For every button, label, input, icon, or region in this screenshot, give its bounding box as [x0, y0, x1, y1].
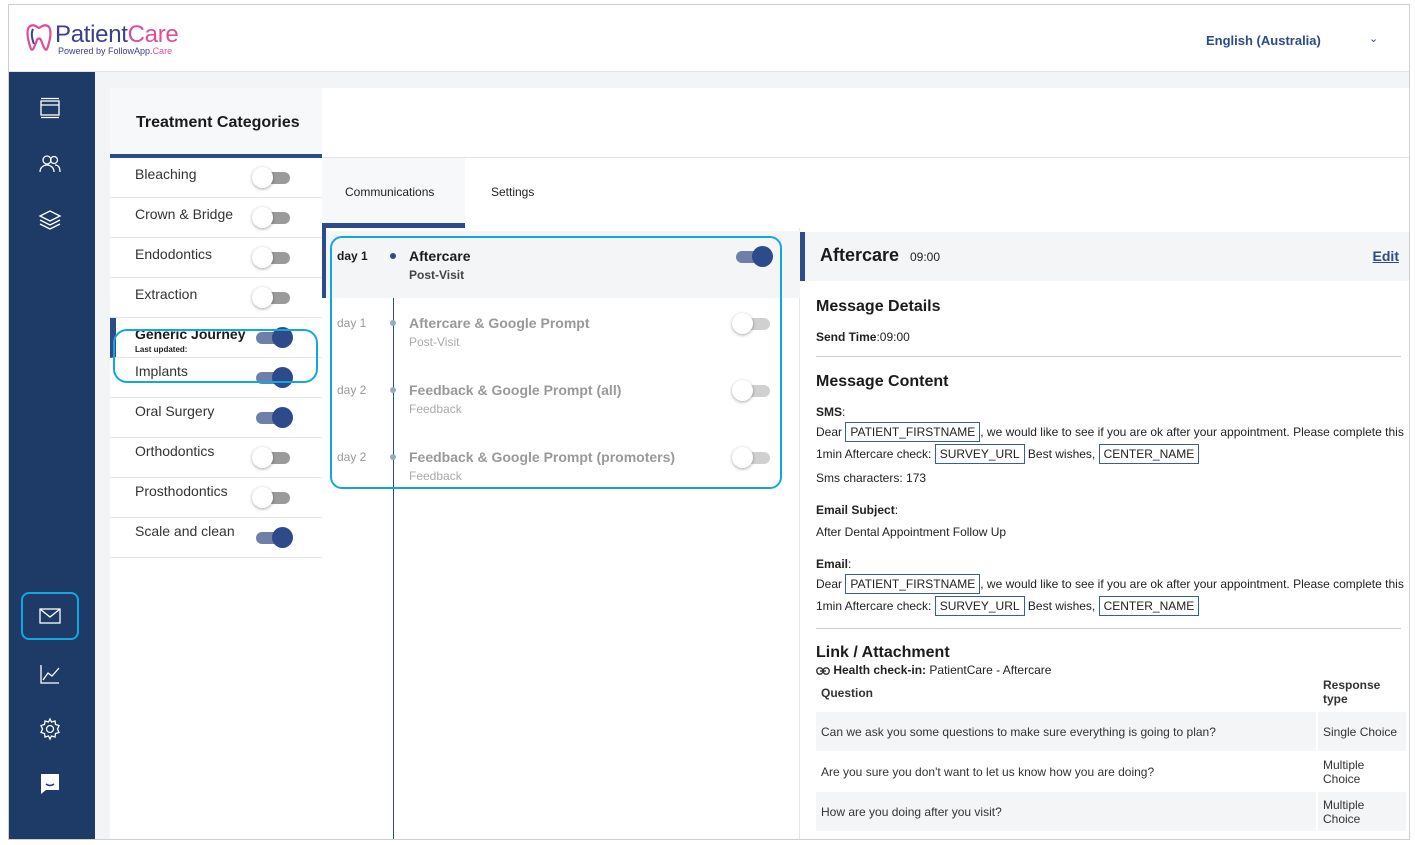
logo-wordmark: PatientCare — [55, 21, 179, 48]
placeholder-tag: PATIENT_FIRSTNAME — [845, 422, 981, 442]
question-text: Are you sure you don't want to let us kn… — [821, 765, 1155, 779]
chevron-down-icon[interactable]: ⌄ — [1369, 32, 1378, 45]
category-label: Extraction — [135, 286, 198, 302]
tab-communications[interactable]: Communications — [345, 185, 434, 199]
detail-header: Aftercare 09:00 Edit — [800, 232, 1409, 281]
category-toggle[interactable] — [252, 487, 290, 508]
response-type: Multiple Choice — [1323, 758, 1365, 786]
email-body-line-2: 1min Aftercare check: SURVEY_URL Best wi… — [816, 596, 1200, 616]
app-window: PatientCare Powered by FollowApp.Care En… — [8, 4, 1410, 840]
table-header: Question Response type — [816, 672, 1406, 712]
category-item-crown-bridge[interactable]: Crown & Bridge — [110, 198, 322, 238]
category-label: Prosthodontics — [135, 483, 228, 499]
category-label: Orthodontics — [135, 443, 215, 459]
question-text: How are you doing after you visit? — [821, 805, 1002, 819]
sms-body-line-1: Dear PATIENT_FIRSTNAME, we would like to… — [816, 422, 1404, 442]
message-details-heading: Message Details — [816, 298, 941, 315]
category-toggle[interactable] — [256, 527, 293, 548]
category-item-extraction[interactable]: Extraction — [110, 278, 322, 318]
category-toggle[interactable] — [252, 207, 290, 228]
category-toggle[interactable] — [252, 287, 290, 308]
question-text: Can we ask you some questions to make su… — [821, 725, 1216, 739]
main-panel: Communications Settings day 1 Aftercare … — [322, 88, 1409, 839]
email-subject-label: Email Subject: — [816, 503, 899, 517]
message-detail-panel: Aftercare 09:00 Edit Message Details Sen… — [800, 228, 1409, 839]
placeholder-tag: CENTER_NAME — [1098, 444, 1200, 464]
placeholder-tag: SURVEY_URL — [934, 596, 1025, 616]
mail-icon[interactable] — [36, 602, 64, 630]
category-toggle[interactable] — [256, 407, 293, 428]
patients-icon[interactable] — [36, 150, 64, 178]
email-body-line-1: Dear PATIENT_FIRSTNAME, we would like to… — [816, 574, 1404, 594]
message-content-heading: Message Content — [816, 373, 949, 390]
question-header: Question — [821, 686, 874, 700]
sms-characters: Sms characters: 173 — [816, 471, 927, 485]
table-row: How are you doing after you visit? Multi… — [816, 792, 1406, 832]
timeline-highlight-box — [330, 236, 782, 489]
tab-settings[interactable]: Settings — [491, 185, 534, 199]
top-bar: PatientCare Powered by FollowApp.Care En… — [9, 5, 1409, 72]
sms-body-line-2: 1min Aftercare check: SURVEY_URL Best wi… — [816, 444, 1200, 464]
tooth-logo-icon — [26, 24, 52, 51]
category-label: Oral Surgery — [135, 403, 215, 419]
questions-table: Question Response type Can we ask you so… — [816, 672, 1406, 832]
placeholder-tag: PATIENT_FIRSTNAME — [845, 574, 981, 594]
content-area: Treatment Categories Bleaching Crown & B… — [95, 72, 1409, 839]
dashboard-icon[interactable] — [36, 94, 64, 122]
chart-icon[interactable] — [36, 660, 64, 688]
category-item-prosthodontics[interactable]: Prosthodontics — [110, 478, 322, 518]
email-label: Email: — [816, 557, 852, 571]
layers-icon[interactable] — [36, 206, 64, 234]
logo[interactable]: PatientCare Powered by FollowApp.Care — [25, 21, 205, 61]
language-select[interactable]: English (Australia) — [1206, 33, 1321, 48]
response-type: Multiple Choice — [1323, 798, 1365, 826]
response-type-header: Response type — [1323, 678, 1381, 706]
categories-title: Treatment Categories — [136, 114, 300, 131]
placeholder-tag: CENTER_NAME — [1098, 596, 1200, 616]
link-attachment-heading: Link / Attachment — [816, 644, 950, 661]
placeholder-tag: SURVEY_URL — [934, 444, 1025, 464]
categories-header: Treatment Categories — [110, 88, 322, 158]
chat-icon[interactable] — [36, 770, 64, 798]
communication-timeline: day 1 Aftercare Post-Visit day 1 Afterca… — [322, 228, 800, 839]
divider — [816, 356, 1401, 357]
main-top-strip — [322, 88, 1409, 158]
send-time: Send Time:09:00 — [816, 330, 910, 344]
category-item-orthodontics[interactable]: Orthodontics — [110, 438, 322, 478]
divider — [816, 628, 1401, 629]
edit-link[interactable]: Edit — [1373, 248, 1399, 264]
category-item-endodontics[interactable]: Endodontics — [110, 238, 322, 278]
logo-subtitle: Powered by FollowApp.Care — [58, 46, 173, 56]
treatment-categories-panel: Treatment Categories Bleaching Crown & B… — [110, 88, 322, 839]
category-toggle[interactable] — [252, 447, 290, 468]
category-label: Endodontics — [135, 246, 213, 262]
category-item-scale-and-clean[interactable]: Scale and clean — [110, 518, 322, 558]
category-item-oral-surgery[interactable]: Oral Surgery — [110, 398, 322, 438]
sidebar — [9, 72, 95, 839]
category-label: Scale and clean — [135, 523, 235, 539]
category-toggle[interactable] — [252, 167, 290, 188]
table-row: Are you sure you don't want to let us kn… — [816, 752, 1406, 792]
category-item-bleaching[interactable]: Bleaching — [110, 158, 322, 198]
category-label: Bleaching — [135, 166, 197, 182]
settings-icon[interactable] — [36, 715, 64, 743]
sms-label: SMS: — [816, 405, 846, 419]
category-label: Crown & Bridge — [135, 206, 234, 222]
response-type: Single Choice — [1323, 725, 1398, 739]
email-subject-value: After Dental Appointment Follow Up — [816, 525, 1007, 539]
detail-time: 09:00 — [910, 250, 941, 264]
detail-title: Aftercare — [820, 245, 900, 265]
tab-bar: Communications Settings — [322, 158, 1409, 228]
category-toggle[interactable] — [252, 247, 290, 268]
generic-journey-highlight-box — [113, 329, 318, 383]
table-row: Can we ask you some questions to make su… — [816, 712, 1406, 752]
